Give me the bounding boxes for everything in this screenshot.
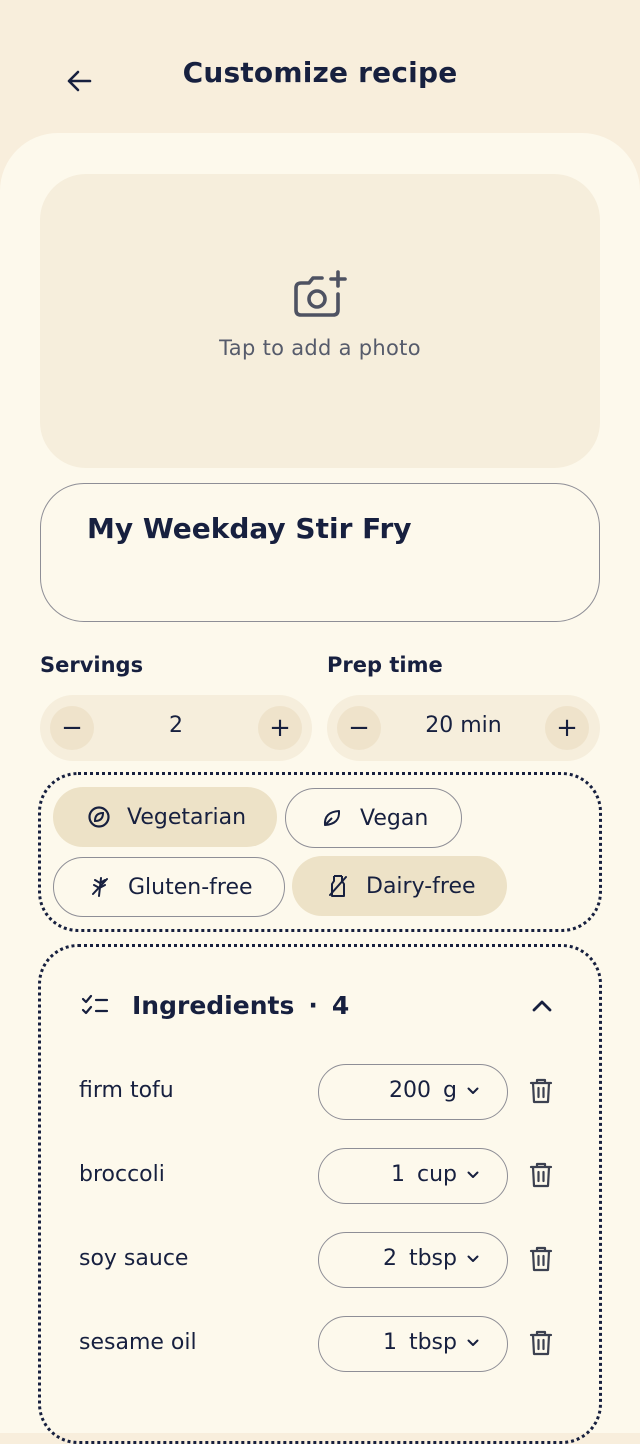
chip-dairy-free[interactable]: Dairy-free	[292, 856, 507, 916]
unit-value: tbsp	[408, 1330, 457, 1355]
chevron-up-icon	[532, 1000, 552, 1012]
trash-icon	[529, 1078, 553, 1104]
ingredient-row: sesame oil 1 tbsp	[0, 1314, 640, 1374]
chevron-down-icon	[467, 1255, 479, 1262]
ingredient-row: soy sauce 2 tbsp	[0, 1230, 640, 1290]
milk-crossed-icon	[324, 872, 352, 900]
app-header: Customize recipe	[0, 0, 640, 150]
trash-icon	[529, 1330, 553, 1356]
ingredients-count: 4	[331, 990, 350, 1020]
delete-ingredient-button[interactable]	[526, 1160, 556, 1190]
quantity-unit-field[interactable]: 200 g	[318, 1064, 508, 1120]
quantity-value: 1	[382, 1330, 397, 1355]
ingredients-title: Ingredients	[132, 990, 295, 1020]
prep-time-label: Prep time	[327, 653, 443, 677]
camera-plus-icon	[294, 270, 347, 317]
recipe-name-value: My Weekday Stir Fry	[87, 512, 412, 545]
chip-gluten-free[interactable]: Gluten-free	[53, 857, 285, 917]
ingredient-name: broccoli	[79, 1162, 165, 1187]
trash-icon	[529, 1246, 553, 1272]
ingredients-header: Ingredients · 4	[80, 988, 349, 1022]
servings-stepper: − 2 +	[40, 695, 312, 761]
chip-label: Vegetarian	[127, 804, 247, 830]
chevron-down-icon	[467, 1339, 479, 1346]
vegetarian-icon	[85, 803, 113, 831]
prep-time-stepper: − 20 min +	[327, 695, 600, 761]
delete-ingredient-button[interactable]	[526, 1244, 556, 1274]
wheat-crossed-icon	[86, 873, 114, 901]
checklist-icon	[81, 994, 109, 1015]
prep-time-increase-button[interactable]: +	[545, 706, 589, 750]
ingredient-row: firm tofu 200 g	[0, 1062, 640, 1122]
ingredient-name: soy sauce	[79, 1246, 189, 1271]
page-title: Customize recipe	[182, 56, 458, 89]
chevron-down-icon	[467, 1171, 479, 1178]
delete-ingredient-button[interactable]	[526, 1076, 556, 1106]
delete-ingredient-button[interactable]	[526, 1328, 556, 1358]
unit-value: cup	[416, 1162, 457, 1187]
servings-increase-button[interactable]: +	[258, 706, 302, 750]
chip-label: Dairy-free	[366, 873, 476, 899]
quantity-value: 1	[390, 1162, 405, 1187]
unit-value: tbsp	[408, 1246, 457, 1271]
quantity-unit-field[interactable]: 1 tbsp	[318, 1316, 508, 1372]
add-photo-area[interactable]: Tap to add a photo	[40, 174, 600, 468]
unit-value: g	[443, 1078, 457, 1103]
ingredients-separator: ·	[308, 990, 318, 1020]
trash-icon	[529, 1162, 553, 1188]
chip-label: Vegan	[360, 805, 429, 831]
collapse-ingredients-button[interactable]	[522, 986, 562, 1026]
chip-label: Gluten-free	[128, 874, 253, 900]
ingredient-row: broccoli 1 cup	[0, 1146, 640, 1206]
servings-label: Servings	[40, 653, 144, 677]
leaf-icon	[318, 804, 346, 832]
chip-vegetarian[interactable]: Vegetarian	[53, 787, 277, 847]
chevron-down-icon	[467, 1087, 479, 1094]
chip-vegan[interactable]: Vegan	[285, 788, 462, 848]
quantity-unit-field[interactable]: 1 cup	[318, 1148, 508, 1204]
ingredient-name: firm tofu	[79, 1078, 174, 1103]
add-photo-text: Tap to add a photo	[219, 336, 421, 360]
quantity-value: 2	[382, 1246, 397, 1271]
quantity-unit-field[interactable]: 2 tbsp	[318, 1232, 508, 1288]
ingredient-name: sesame oil	[79, 1330, 197, 1355]
recipe-name-field[interactable]: My Weekday Stir Fry	[40, 483, 600, 622]
quantity-value: 200	[389, 1078, 432, 1103]
